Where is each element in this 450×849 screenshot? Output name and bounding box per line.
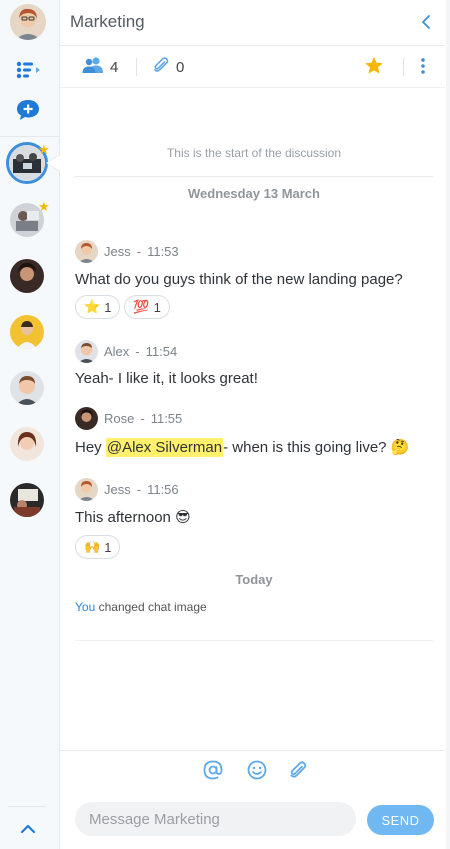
members-count-value: 4 <box>110 58 119 76</box>
mention-at-icon[interactable] <box>201 758 225 782</box>
members-icon <box>82 56 104 78</box>
message-input[interactable] <box>75 802 356 836</box>
rail-bottom-divider <box>8 806 46 807</box>
hundred-emoji-icon: 💯 <box>133 299 150 314</box>
message-author: Alex <box>104 344 130 359</box>
author-time-separator: - <box>135 344 140 359</box>
active-chat-pointer <box>46 154 60 172</box>
chat-avatar-7[interactable] <box>10 483 44 517</box>
attachments-count-value: 0 <box>176 58 185 76</box>
chat-avatar-3[interactable] <box>10 259 44 293</box>
reaction-count: 1 <box>104 539 112 555</box>
reaction-list: ⭐ 1 💯 1 <box>75 295 170 319</box>
chat-stats-bar: 4 0 <box>60 46 445 88</box>
message-time: 11:55 <box>150 411 183 426</box>
author-time-separator: - <box>136 482 142 497</box>
chat-header: Marketing <box>60 0 445 46</box>
message-header: Jess -11:53 <box>75 240 179 263</box>
chat-avatar-4[interactable] <box>10 315 44 349</box>
chat-rail: ★ ★ <box>0 0 60 849</box>
composer-divider <box>60 750 445 751</box>
star-emoji-icon: ⭐ <box>84 299 101 314</box>
more-options-icon[interactable] <box>420 57 426 75</box>
feed-end-divider <box>75 640 433 641</box>
today-separator: Today <box>235 572 273 587</box>
author-time-separator: - <box>136 244 142 259</box>
message-author: Jess <box>104 482 131 497</box>
members-count[interactable]: 4 <box>82 56 118 78</box>
reaction-chip[interactable]: 💯 1 <box>124 295 170 319</box>
message-text-body: This afternoon <box>75 509 171 526</box>
reaction-chip[interactable]: 🙌 1 <box>75 535 121 559</box>
message-text-end: - when is this going live? <box>223 439 387 456</box>
day-separator: Wednesday 13 March <box>188 186 320 201</box>
message-input-wrapper <box>75 802 356 836</box>
message-author: Jess <box>104 244 131 259</box>
reaction-list: 🙌 1 <box>75 535 121 559</box>
new-chat-icon[interactable] <box>14 96 42 124</box>
scrollbar[interactable] <box>446 0 450 849</box>
message-time: 11:56 <box>147 482 179 497</box>
paperclip-icon <box>152 56 170 78</box>
message-time: 11:54 <box>145 344 178 359</box>
message-header: Rose -11:55 <box>75 407 182 430</box>
user-mention[interactable]: @Alex Silverman <box>105 438 224 457</box>
sunglasses-emoji-icon: 😎 <box>175 509 191 526</box>
message-text: What do you guys think of the new landin… <box>75 271 403 288</box>
author-time-separator: - <box>140 411 145 426</box>
chat-avatar-6[interactable] <box>10 427 44 461</box>
send-button[interactable]: SEND <box>367 805 434 835</box>
chat-title: Marketing <box>70 12 145 31</box>
message-header: Alex -11:54 <box>75 340 177 363</box>
chat-list-icon[interactable] <box>14 56 42 84</box>
collapse-chevron-icon[interactable] <box>417 12 435 32</box>
message-text: This afternoon 😎 <box>75 508 191 526</box>
composer-toolbar <box>60 756 445 786</box>
message-time: 11:53 <box>147 244 179 259</box>
message-text-start: Hey <box>75 439 106 456</box>
raised-hands-emoji-icon: 🙌 <box>84 539 101 554</box>
system-message: You changed chat image <box>75 600 207 614</box>
feed-divider <box>75 176 433 177</box>
thinking-emoji-icon: 🤔 <box>390 439 410 456</box>
rail-divider <box>0 136 60 137</box>
stats-separator <box>403 58 404 76</box>
chat-app: ★ ★ Marketing 4 0 This is the start of t… <box>0 0 450 849</box>
message-header: Jess -11:56 <box>75 478 179 501</box>
author-avatar[interactable] <box>75 407 98 430</box>
reaction-count: 1 <box>153 299 161 315</box>
reaction-chip[interactable]: ⭐ 1 <box>75 295 121 319</box>
author-avatar[interactable] <box>75 478 98 501</box>
author-avatar[interactable] <box>75 340 98 363</box>
system-action: changed chat image <box>98 600 207 614</box>
reaction-count: 1 <box>104 299 112 315</box>
attachments-count[interactable]: 0 <box>152 56 184 78</box>
attach-paperclip-icon[interactable] <box>286 758 310 782</box>
chat-avatar-5[interactable] <box>10 371 44 405</box>
favorite-star-icon[interactable] <box>364 56 384 75</box>
current-user-avatar[interactable] <box>10 4 46 40</box>
message-text: Yeah- I like it, it looks great! <box>75 370 258 387</box>
message-text: Hey @Alex Silverman- when is this going … <box>75 438 410 457</box>
system-actor[interactable]: You <box>75 600 95 614</box>
emoji-picker-icon[interactable] <box>245 758 269 782</box>
message-author: Rose <box>104 411 135 426</box>
author-avatar[interactable] <box>75 240 98 263</box>
scroll-up-chevron-icon[interactable] <box>14 815 42 843</box>
favorite-star-icon: ★ <box>38 199 50 214</box>
discussion-start-note: This is the start of the discussion <box>166 146 342 160</box>
stats-separator <box>136 58 137 76</box>
